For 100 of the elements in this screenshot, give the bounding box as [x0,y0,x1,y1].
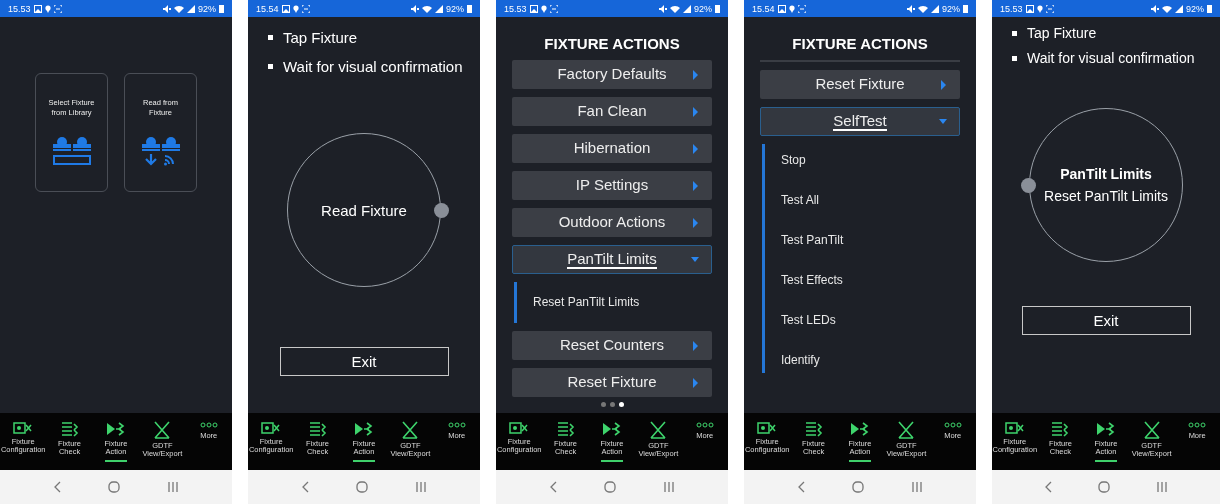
signal-icon [435,4,443,13]
play-arrows-icon [1096,421,1116,437]
caret-right-icon [939,80,947,90]
fixtures-library-icon [52,136,91,166]
recents-icon[interactable] [1156,482,1167,492]
recents-icon[interactable] [664,482,675,492]
back-icon[interactable] [549,481,557,493]
scan-icon [53,4,62,13]
back-icon[interactable] [1045,481,1053,493]
image-icon [33,4,42,13]
wifi-icon [1162,4,1172,13]
screen-title: FIXTURE ACTIONS [544,35,680,52]
action-button[interactable]: Reset Counters [512,331,712,360]
action-button[interactable]: PanTilt Limits [512,245,712,274]
status-time: 15.54 [752,3,775,14]
home-icon[interactable] [108,481,121,493]
location-icon [292,4,299,13]
ring-handle[interactable] [434,203,449,218]
caret-right-icon [691,144,699,154]
scan-icon [301,4,310,13]
action-button[interactable]: IP Settings [512,171,712,200]
play-arrows-icon [353,421,374,437]
mute-icon [1151,4,1159,13]
recents-icon[interactable] [168,482,179,492]
action-button[interactable]: Hibernation [512,134,712,163]
list-icon [60,421,79,437]
scan-icon [549,4,558,13]
caret-right-icon [691,341,699,351]
back-icon[interactable] [301,481,309,493]
scan-icon [797,4,806,13]
submenu-item[interactable]: Test Effects [781,272,960,289]
action-button[interactable]: Outdoor Actions [512,208,712,237]
wifi-icon [918,4,928,13]
play-arrows-icon [849,421,870,437]
battery-level: 92% [198,3,216,14]
back-icon[interactable] [797,481,805,493]
camera-icon [261,421,282,435]
submenu-item[interactable]: Identify [781,352,960,369]
location-icon [44,4,51,13]
status-time: 15.54 [256,3,279,14]
cross-icon [153,421,172,439]
image-icon [529,4,538,13]
battery-level: 92% [694,3,712,14]
image-icon [777,4,786,13]
play-arrows-icon [105,421,126,437]
battery-icon [963,4,968,13]
caret-right-icon [691,70,699,80]
battery-level: 92% [1186,3,1204,14]
page-dot[interactable] [609,402,615,407]
action-button[interactable]: Reset Fixture [760,70,960,99]
caret-right-icon [691,181,699,191]
cross-icon [649,421,668,439]
recents-icon[interactable] [416,482,427,492]
exit-button[interactable]: Exit [1021,306,1191,335]
more-icon [943,421,962,429]
submenu-item[interactable]: Stop [781,152,960,169]
bullet-icon [268,64,273,69]
home-icon[interactable] [604,481,617,493]
submenu-item[interactable]: Reset PanTilt Limits [533,290,712,315]
action-button[interactable]: Factory Defaults [512,60,712,89]
more-icon [447,421,466,429]
exit-button[interactable]: Exit [279,347,449,376]
ring-subtitle: Reset PanTilt Limits [1044,188,1168,204]
location-icon [788,4,795,13]
home-icon[interactable] [1098,481,1111,493]
action-button[interactable]: Reset Fixture [512,368,712,397]
image-icon [281,4,290,13]
battery-icon [219,4,224,13]
ring-handle[interactable] [1021,178,1036,193]
mute-icon [411,4,419,13]
status-time: 15.53 [504,3,527,14]
cross-icon [401,421,420,439]
submenu-item[interactable]: Test All [781,192,960,209]
submenu-item[interactable]: Test PanTilt [781,232,960,249]
page-dot[interactable] [600,402,606,407]
caret-right-icon [691,107,699,117]
wifi-icon [174,4,184,13]
play-arrows-icon [601,421,622,437]
status-time: 15.53 [1000,3,1023,14]
ring-title: PanTilt Limits [1060,166,1152,182]
instruction-text: Tap Fixture [1012,25,1220,41]
camera-icon [1004,421,1025,435]
back-icon[interactable] [53,481,61,493]
fixtures-download-icon [141,136,180,166]
camera-icon [13,421,34,435]
submenu-item[interactable]: Test LEDs [781,312,960,329]
action-button[interactable]: Fan Clean [512,97,712,126]
home-icon[interactable] [356,481,369,493]
screen-title: FIXTURE ACTIONS [792,35,928,52]
bullet-icon [1012,30,1017,36]
more-icon [199,421,218,429]
home-icon[interactable] [852,481,865,493]
page-dot[interactable] [618,402,624,407]
recents-icon[interactable] [912,482,923,492]
more-icon [695,421,714,429]
status-time: 15.53 [8,3,31,14]
list-icon [804,421,823,437]
ring-title: Read Fixture [321,201,407,219]
action-button[interactable]: SelfTest [760,107,960,136]
cross-icon [897,421,916,439]
